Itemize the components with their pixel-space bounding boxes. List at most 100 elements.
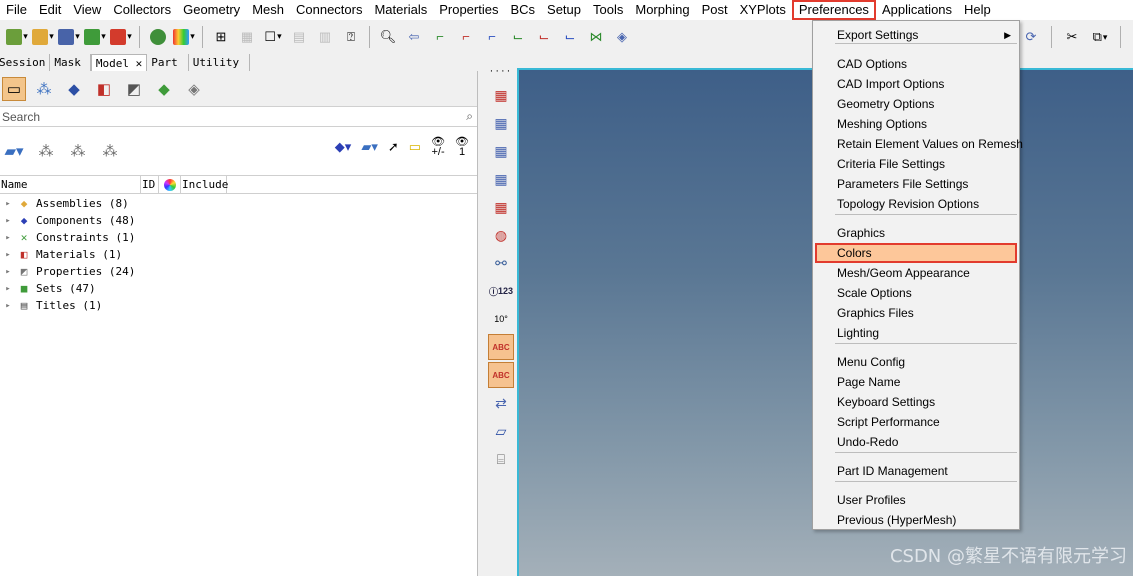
menu-preferences[interactable]: Preferences	[791, 0, 876, 20]
menu-item-meshing-options[interactable]: Meshing Options	[815, 114, 1017, 134]
menu-item-geometry-options[interactable]: Geometry Options	[815, 94, 1017, 114]
column-id[interactable]: ID	[141, 176, 159, 193]
menu-xyplots[interactable]: XYPlots	[734, 0, 792, 20]
menu-item-criteria-file-settings[interactable]: Criteria File Settings	[815, 154, 1017, 174]
menu-item-mesh-geom-appearance[interactable]: Mesh/Geom Appearance	[815, 263, 1017, 283]
expand-all-icon[interactable]: ⁂	[34, 139, 58, 163]
column-name[interactable]: Name	[0, 176, 141, 193]
expand-icon[interactable]: ▸	[0, 284, 16, 294]
window-icon[interactable]: ☐	[262, 26, 284, 48]
assembly-view-icon[interactable]: ◆	[152, 77, 176, 101]
wireframe-icon[interactable]: ▦	[488, 138, 514, 164]
menu-applications[interactable]: Applications	[876, 0, 958, 20]
tree-node-components[interactable]: ▸ ◆ Components (48)	[0, 212, 477, 229]
property-view-icon[interactable]: ◩	[122, 77, 146, 101]
view-nx-icon[interactable]: ⌙	[507, 26, 529, 48]
grip-icon[interactable]: ····	[490, 66, 513, 80]
include-view-icon[interactable]: ◈	[182, 77, 206, 101]
tree-view-icon[interactable]: ⁂	[32, 77, 56, 101]
expand-icon[interactable]: ▸	[0, 233, 16, 243]
menu-tools[interactable]: Tools	[587, 0, 629, 20]
rotate-icon[interactable]: ⟳	[1020, 26, 1042, 48]
tree-node-titles[interactable]: ▸ ▤ Titles (1)	[0, 297, 477, 314]
copy-icon[interactable]: ⧉	[1089, 26, 1111, 48]
cut-icon[interactable]: ✂	[1061, 26, 1083, 48]
shaded-edges-icon[interactable]: ▦	[488, 110, 514, 136]
view-y-icon[interactable]: ⌐	[455, 26, 477, 48]
menu-item-keyboard-settings[interactable]: Keyboard Settings	[815, 392, 1017, 412]
menu-item-page-name[interactable]: Page Name	[815, 372, 1017, 392]
menu-item-retain-element-values-on-remesh[interactable]: Retain Element Values on Remesh	[815, 134, 1023, 154]
search-input[interactable]: Search	[2, 110, 40, 124]
split-view-icon[interactable]: ▤	[288, 26, 310, 48]
binoculars-icon[interactable]: ⚯	[488, 250, 514, 276]
menu-setup[interactable]: Setup	[541, 0, 587, 20]
menu-item-user-profiles[interactable]: User Profiles	[815, 490, 1017, 510]
search-bar[interactable]: Search ⌕	[0, 107, 477, 127]
tab-mask[interactable]: Mask	[50, 54, 91, 71]
sphere-display-icon[interactable]: ◍	[488, 222, 514, 248]
shaded-elements-icon[interactable]: ▦	[488, 82, 514, 108]
menu-properties[interactable]: Properties	[433, 0, 504, 20]
menu-item-export-settings[interactable]: Export Settings ▶	[815, 25, 1017, 45]
view-cube-icon[interactable]: ◈	[611, 26, 633, 48]
menu-materials[interactable]: Materials	[368, 0, 433, 20]
tree-node-sets[interactable]: ▸ ■ Sets (47)	[0, 280, 477, 297]
hierarchy-icon[interactable]: ⁂	[98, 139, 122, 163]
export-ppt-icon[interactable]	[110, 26, 132, 48]
numbers-icon[interactable]: ⓘ 123	[488, 278, 514, 304]
transform-icon[interactable]: ⇄	[488, 390, 514, 416]
column-include[interactable]: Include	[181, 176, 228, 193]
zoom-icon[interactable]: 🔍︎	[377, 26, 399, 48]
model-colors-icon[interactable]	[173, 26, 195, 48]
page-view-icon[interactable]: ▥	[314, 26, 336, 48]
menu-item-scale-options[interactable]: Scale Options	[815, 283, 1017, 303]
label-nodes-icon[interactable]: ABC	[488, 362, 514, 388]
menu-file[interactable]: File	[0, 0, 33, 20]
menu-geometry[interactable]: Geometry	[177, 0, 246, 20]
label-elements-icon[interactable]: ABC	[488, 334, 514, 360]
plane-icon[interactable]: ▱	[488, 418, 514, 444]
export-icon[interactable]	[84, 26, 106, 48]
expand-icon[interactable]: ▸	[0, 267, 16, 277]
menu-item-menu-config[interactable]: Menu Config	[815, 352, 1017, 372]
menu-view[interactable]: View	[67, 0, 107, 20]
view-ny-icon[interactable]: ⌙	[533, 26, 555, 48]
mesh-lines-icon[interactable]: ▦	[488, 166, 514, 192]
feature-lines-icon[interactable]: ▦	[488, 194, 514, 220]
add-panel-icon[interactable]: ⊞	[210, 26, 232, 48]
display-filter-icon[interactable]: ▰▾	[2, 139, 26, 163]
cylinder-icon[interactable]: ⌸	[488, 446, 514, 472]
material-view-icon[interactable]: ◧	[92, 77, 116, 101]
tree-node-constraints[interactable]: ▸ ✕ Constraints (1)	[0, 229, 477, 246]
user-profile-icon[interactable]	[147, 26, 169, 48]
menu-item-topology-revision-options[interactable]: Topology Revision Options	[815, 194, 1017, 214]
component-color-icon[interactable]: ◆▾	[335, 139, 352, 155]
menu-help[interactable]: Help	[958, 0, 997, 20]
menu-item-parameters-file-settings[interactable]: Parameters File Settings	[815, 174, 1017, 194]
highlight-icon[interactable]: ▭	[409, 139, 421, 155]
menu-collectors[interactable]: Collectors	[107, 0, 177, 20]
tab-part[interactable]: Part	[147, 54, 189, 71]
menu-post[interactable]: Post	[696, 0, 734, 20]
tab-utility[interactable]: Utility	[188, 54, 250, 71]
blank-panel-icon[interactable]: ▦	[236, 26, 258, 48]
menu-item-graphics[interactable]: Graphics	[815, 223, 1017, 243]
eye-isolate-icon[interactable]: 👁︎ 1	[455, 137, 469, 158]
geometry-display-icon[interactable]: ▰▾	[361, 139, 378, 155]
tab-model[interactable]: Model ✕	[90, 54, 148, 71]
menu-bcs[interactable]: BCs	[504, 0, 541, 20]
question-icon[interactable]: ⍰	[340, 26, 362, 48]
eye-toggle-icon[interactable]: 👁︎ +/-	[431, 137, 445, 158]
menu-item-cad-options[interactable]: CAD Options	[815, 54, 1017, 74]
menu-item-part-id-management[interactable]: Part ID Management	[815, 461, 1017, 481]
menu-mesh[interactable]: Mesh	[246, 0, 290, 20]
save-icon[interactable]	[58, 26, 80, 48]
back-arrow-icon[interactable]: ⇦	[403, 26, 425, 48]
open-model-icon[interactable]	[6, 26, 28, 48]
component-view-icon[interactable]: ◆	[62, 77, 86, 101]
tree-node-assemblies[interactable]: ▸ ◆ Assemblies (8)	[0, 195, 477, 212]
cursor-icon[interactable]: ➚	[388, 139, 399, 155]
tree-node-properties[interactable]: ▸ ◩ Properties (24)	[0, 263, 477, 280]
search-icon[interactable]: ⌕	[466, 109, 473, 124]
